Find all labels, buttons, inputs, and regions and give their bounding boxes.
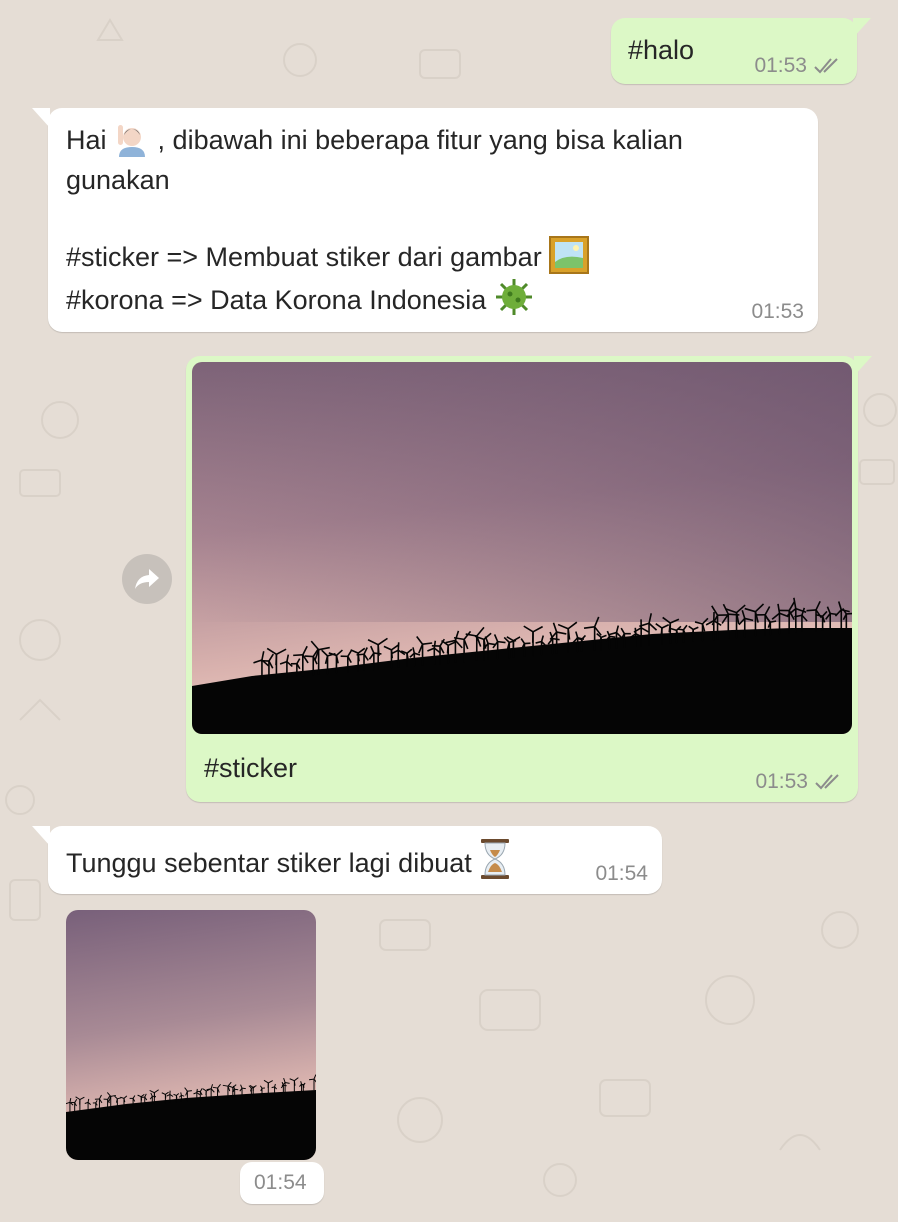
message-meta: 01:54 bbox=[595, 862, 648, 886]
wind-turbines-sunset-image[interactable] bbox=[192, 362, 852, 734]
feature-korona-text: #korona => Data Korona Indonesia bbox=[66, 285, 487, 315]
incoming-message[interactable]: Hai , dibawah ini beberapa fitur yang bi… bbox=[32, 108, 818, 332]
forward-icon bbox=[135, 569, 159, 589]
forward-button[interactable] bbox=[122, 554, 172, 604]
message-time: 01:53 bbox=[754, 54, 807, 77]
image-caption: #sticker bbox=[204, 753, 298, 783]
double-check-icon bbox=[814, 58, 838, 74]
feature-line-korona: #korona => Data Korona Indonesia bbox=[66, 277, 806, 320]
bubble-tail bbox=[32, 826, 50, 846]
message-line: gunakan bbox=[66, 165, 170, 195]
message-meta: 01:53 bbox=[751, 300, 804, 324]
outgoing-image-message[interactable]: #sticker 01:53 bbox=[186, 356, 872, 802]
bubble-tail bbox=[854, 356, 872, 376]
message-time: 01:54 bbox=[254, 1171, 307, 1194]
message-time: 01:53 bbox=[751, 300, 804, 323]
hourglass-emoji-icon bbox=[481, 839, 510, 879]
message-text: #halo bbox=[628, 35, 695, 65]
sticker-time-badge: 01:54 bbox=[240, 1162, 324, 1204]
bubble-tail bbox=[853, 18, 871, 38]
message-time: 01:54 bbox=[595, 862, 648, 885]
framed-picture-emoji-icon bbox=[549, 236, 590, 274]
double-check-icon bbox=[815, 774, 839, 790]
greeting-text: Hai bbox=[66, 125, 107, 155]
greeting-rest-text: , dibawah ini beberapa fitur yang bisa k… bbox=[157, 125, 683, 155]
message-meta: 01:53 bbox=[755, 770, 844, 794]
bubble-tail bbox=[32, 108, 50, 128]
incoming-message[interactable]: Tunggu sebentar stiker lagi dibuat 01:54 bbox=[32, 826, 662, 894]
sticker-image[interactable] bbox=[66, 910, 316, 1160]
microbe-emoji-icon bbox=[495, 279, 532, 315]
outgoing-message[interactable]: #halo 01:53 bbox=[611, 18, 871, 84]
person-raising-hand-emoji-icon bbox=[118, 125, 146, 157]
message-text: Tunggu sebentar stiker lagi dibuat bbox=[66, 848, 472, 878]
message-line: Hai , dibawah ini beberapa fitur yang bi… bbox=[66, 120, 806, 160]
message-time: 01:53 bbox=[755, 770, 808, 793]
message-meta: 01:53 bbox=[754, 54, 843, 78]
feature-line-sticker: #sticker => Membuat stiker dari gambar bbox=[66, 236, 806, 277]
feature-sticker-text: #sticker => Membuat stiker dari gambar bbox=[66, 242, 542, 272]
